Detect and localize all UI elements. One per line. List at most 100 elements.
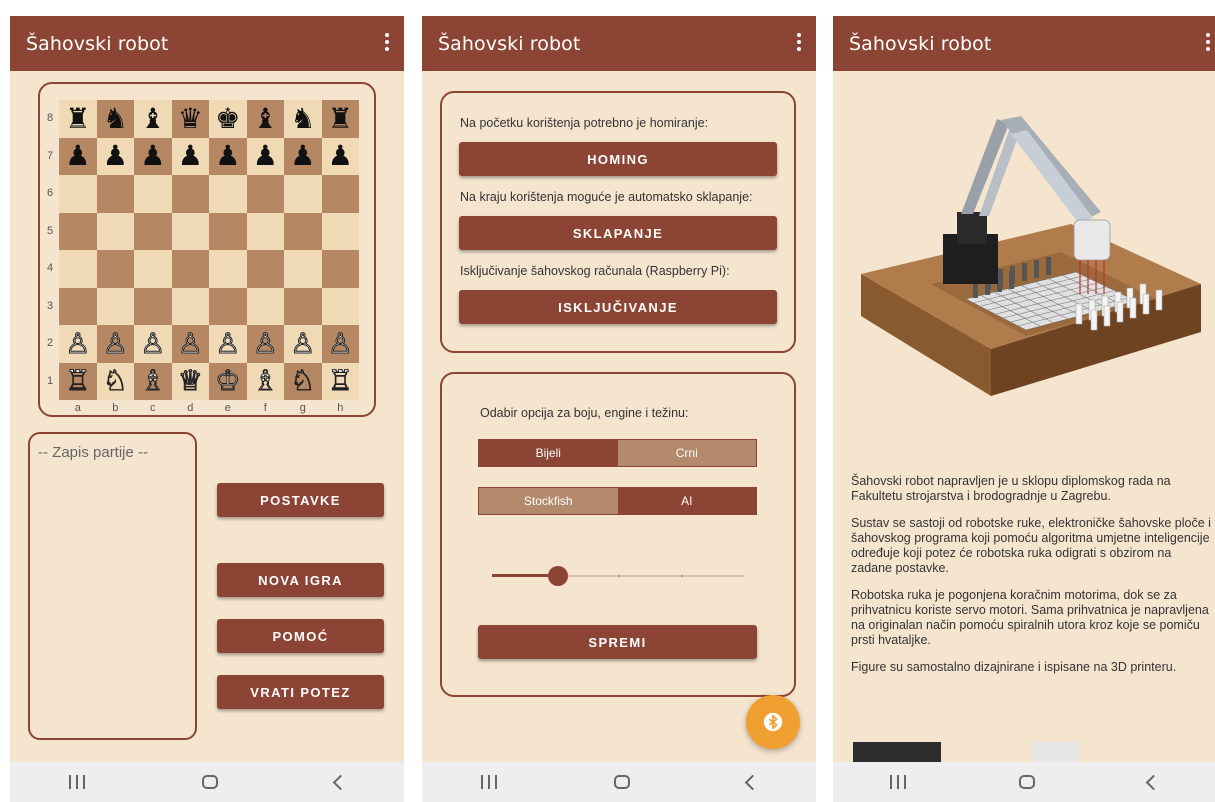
chess-square-c2[interactable]: ♙ bbox=[134, 325, 172, 363]
chess-square-e4[interactable] bbox=[209, 250, 247, 288]
nav-recent-icon[interactable] bbox=[480, 775, 497, 789]
chess-square-d5[interactable] bbox=[171, 212, 209, 250]
chess-square-f1[interactable]: ♗ bbox=[246, 362, 284, 400]
nav-home-icon[interactable] bbox=[613, 775, 630, 789]
nav-recent-icon[interactable] bbox=[68, 775, 85, 789]
chess-square-b7[interactable]: ♟ bbox=[96, 137, 134, 175]
chess-square-a3[interactable] bbox=[59, 287, 97, 325]
homing-label: Na početku korištenja potrebno je homira… bbox=[460, 116, 709, 130]
chess-square-f3[interactable] bbox=[246, 287, 284, 325]
chess-square-b6[interactable] bbox=[96, 175, 134, 213]
chess-square-b1[interactable]: ♘ bbox=[96, 362, 134, 400]
nav-home-icon[interactable] bbox=[201, 775, 218, 789]
fold-button[interactable]: SKLAPANJE bbox=[459, 216, 777, 250]
chess-square-c5[interactable] bbox=[134, 212, 172, 250]
bluetooth-button[interactable] bbox=[746, 695, 800, 749]
nav-home-icon[interactable] bbox=[1018, 775, 1035, 789]
undo-move-button[interactable]: VRATI POTEZ bbox=[217, 675, 384, 709]
chess-square-e8[interactable]: ♚ bbox=[209, 100, 247, 138]
shutdown-button[interactable]: ISKLJUČIVANJE bbox=[459, 290, 777, 324]
chess-square-e3[interactable] bbox=[209, 287, 247, 325]
more-vert-icon[interactable] bbox=[1205, 33, 1211, 53]
chess-square-a5[interactable] bbox=[59, 212, 97, 250]
chess-square-c8[interactable]: ♝ bbox=[134, 100, 172, 138]
chess-square-e5[interactable] bbox=[209, 212, 247, 250]
chess-square-a4[interactable] bbox=[59, 250, 97, 288]
engine-ai-option[interactable]: AI bbox=[617, 488, 756, 514]
chess-square-h6[interactable] bbox=[321, 175, 359, 213]
chess-square-b8[interactable]: ♞ bbox=[96, 100, 134, 138]
chess-square-d1[interactable]: ♕ bbox=[171, 362, 209, 400]
chess-square-e7[interactable]: ♟ bbox=[209, 137, 247, 175]
nav-back-icon[interactable] bbox=[744, 774, 760, 790]
chess-square-a8[interactable]: ♜ bbox=[59, 100, 97, 138]
fold-label: Na kraju korištenja moguće je automatsko… bbox=[460, 190, 753, 204]
chess-square-c3[interactable] bbox=[134, 287, 172, 325]
chess-square-g4[interactable] bbox=[284, 250, 322, 288]
new-game-button[interactable]: NOVA IGRA bbox=[217, 563, 384, 597]
chess-square-d3[interactable] bbox=[171, 287, 209, 325]
chess-square-g6[interactable] bbox=[284, 175, 322, 213]
chess-board[interactable]: ♜ ♞ ♝ ♛ ♚ ♝ ♞ ♜ ♟ ♟ ♟ ♟ ♟ ♟ ♟ ♟ ♙ ♙ ♙ ♙ ♙ ♙ ♙ ♙ ♖ ♘ ♗ ♕ ♔ ♗ ♘ ♖ bbox=[59, 100, 359, 400]
more-vert-icon[interactable] bbox=[384, 33, 390, 53]
chess-square-b3[interactable] bbox=[96, 287, 134, 325]
save-button[interactable]: SPREMI bbox=[478, 625, 757, 659]
chess-square-f8[interactable]: ♝ bbox=[246, 100, 284, 138]
chess-square-f4[interactable] bbox=[246, 250, 284, 288]
chess-square-g5[interactable] bbox=[284, 212, 322, 250]
chess-square-g2[interactable]: ♙ bbox=[284, 325, 322, 363]
chess-square-h3[interactable] bbox=[321, 287, 359, 325]
chess-square-h7[interactable]: ♟ bbox=[321, 137, 359, 175]
chess-square-h4[interactable] bbox=[321, 250, 359, 288]
chess-square-e6[interactable] bbox=[209, 175, 247, 213]
chess-square-e1[interactable]: ♔ bbox=[209, 362, 247, 400]
nav-recent-icon[interactable] bbox=[889, 775, 906, 789]
chess-square-g1[interactable]: ♘ bbox=[284, 362, 322, 400]
chess-square-d8[interactable]: ♛ bbox=[171, 100, 209, 138]
chess-square-d2[interactable]: ♙ bbox=[171, 325, 209, 363]
chess-square-a1[interactable]: ♖ bbox=[59, 362, 97, 400]
difficulty-slider[interactable] bbox=[492, 566, 744, 586]
more-vert-icon[interactable] bbox=[796, 33, 802, 53]
color-black-option[interactable]: Crni bbox=[617, 440, 756, 466]
slider-thumb[interactable] bbox=[547, 566, 568, 586]
chess-square-d7[interactable]: ♟ bbox=[171, 137, 209, 175]
chess-square-a2[interactable]: ♙ bbox=[59, 325, 97, 363]
chess-square-f5[interactable] bbox=[246, 212, 284, 250]
chess-board-frame: 87654321 ♜ ♞ ♝ ♛ ♚ ♝ ♞ ♜ ♟ ♟ ♟ ♟ ♟ ♟ ♟ ♟ ♙ ♙ ♙ ♙ ♙ ♙ ♙ ♙ ♖ ♘ ♗ ♕ ♔ ♗ ♘… bbox=[38, 82, 376, 417]
gallery-thumbnail[interactable] bbox=[1033, 742, 1079, 762]
chess-square-g8[interactable]: ♞ bbox=[284, 100, 322, 138]
chess-square-d4[interactable] bbox=[171, 250, 209, 288]
chess-square-f7[interactable]: ♟ bbox=[246, 137, 284, 175]
chess-square-c4[interactable] bbox=[134, 250, 172, 288]
chess-square-f6[interactable] bbox=[246, 175, 284, 213]
chess-square-d6[interactable] bbox=[171, 175, 209, 213]
chess-square-h1[interactable]: ♖ bbox=[321, 362, 359, 400]
nav-back-icon[interactable] bbox=[332, 774, 348, 790]
engine-stockfish-option[interactable]: Stockfish bbox=[479, 488, 618, 514]
chess-square-c6[interactable] bbox=[134, 175, 172, 213]
help-button[interactable]: POMOĆ bbox=[217, 619, 384, 653]
homing-button[interactable]: HOMING bbox=[459, 142, 777, 176]
gallery-thumbnail[interactable] bbox=[853, 742, 941, 762]
chess-square-c7[interactable]: ♟ bbox=[134, 137, 172, 175]
chess-square-h2[interactable]: ♙ bbox=[321, 325, 359, 363]
chess-square-b2[interactable]: ♙ bbox=[96, 325, 134, 363]
chess-square-a7[interactable]: ♟ bbox=[59, 137, 97, 175]
color-white-option[interactable]: Bijeli bbox=[479, 440, 618, 466]
chess-square-h5[interactable] bbox=[321, 212, 359, 250]
about-paragraph: Robotska ruka je pogonjena koračnim moto… bbox=[851, 588, 1209, 647]
settings-button[interactable]: POSTAVKE bbox=[217, 483, 384, 517]
chess-square-b5[interactable] bbox=[96, 212, 134, 250]
chess-square-g7[interactable]: ♟ bbox=[284, 137, 322, 175]
chess-square-g3[interactable] bbox=[284, 287, 322, 325]
chess-square-b4[interactable] bbox=[96, 250, 134, 288]
chess-square-h8[interactable]: ♜ bbox=[321, 100, 359, 138]
game-record-title: -- Zapis partije -- bbox=[38, 444, 149, 461]
chess-square-f2[interactable]: ♙ bbox=[246, 325, 284, 363]
chess-square-e2[interactable]: ♙ bbox=[209, 325, 247, 363]
nav-back-icon[interactable] bbox=[1145, 774, 1161, 790]
chess-square-c1[interactable]: ♗ bbox=[134, 362, 172, 400]
rank-label: 5 bbox=[46, 224, 54, 237]
chess-square-a6[interactable] bbox=[59, 175, 97, 213]
